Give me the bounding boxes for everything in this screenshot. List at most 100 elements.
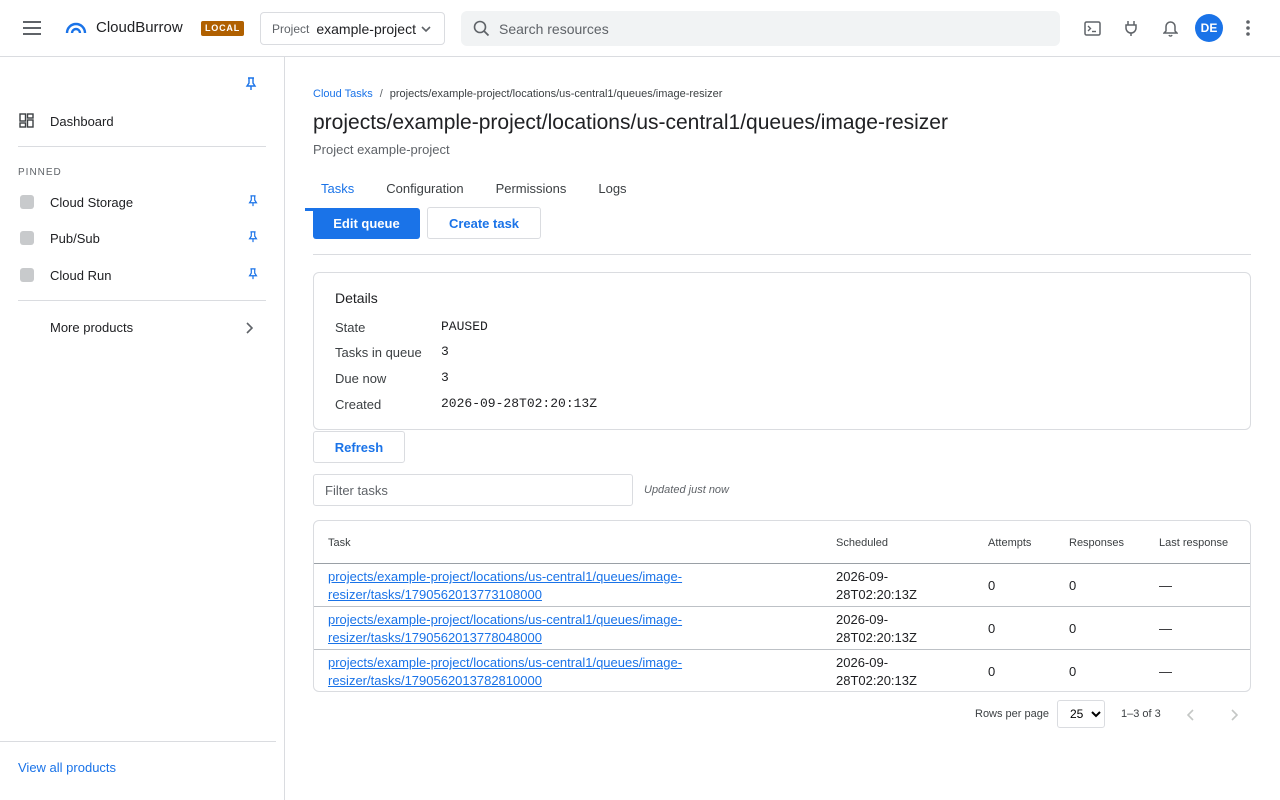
filter-tasks-input[interactable]: [313, 474, 633, 506]
breadcrumb-current: projects/example-project/locations/us-ce…: [389, 88, 723, 100]
task-last-response: —: [1159, 621, 1172, 636]
sidebar-item-more-products[interactable]: More products: [0, 309, 284, 345]
search-icon: [473, 20, 490, 40]
updated-status: Updated just now: [644, 484, 729, 496]
rows-per-page-select[interactable]: 25: [1057, 700, 1105, 728]
product-icon: [20, 195, 34, 209]
detail-value-due-now: 3: [441, 370, 449, 385]
sidebar-divider: [18, 300, 266, 301]
details-card: Details State PAUSED Tasks in queue 3 Du…: [313, 272, 1251, 430]
sidebar-item-cloud-run[interactable]: Cloud Run: [0, 257, 284, 293]
column-header-responses: Responses: [1069, 537, 1125, 549]
project-picker[interactable]: Project example-project: [260, 12, 445, 45]
avatar[interactable]: DE: [1195, 14, 1223, 42]
task-last-response: —: [1159, 664, 1172, 679]
page-title: projects/example-project/locations/us-ce…: [313, 111, 948, 134]
sidebar-item-cloud-storage[interactable]: Cloud Storage: [0, 184, 284, 220]
sidebar-item-label: Cloud Run: [50, 267, 112, 283]
plug-icon[interactable]: [1120, 17, 1142, 39]
detail-label-created: Created: [335, 397, 382, 412]
task-scheduled: 2026-09-28T02:20:13Z: [836, 612, 917, 645]
tab-permissions[interactable]: Permissions: [480, 175, 583, 211]
divider: [313, 254, 1251, 255]
tab-bar: Tasks Configuration Permissions Logs: [305, 175, 643, 211]
table-row: projects/example-project/locations/us-ce…: [314, 607, 1250, 650]
table-row: projects/example-project/locations/us-ce…: [314, 564, 1250, 607]
sidebar-item-label: Pub/Sub: [50, 230, 100, 246]
sidebar-item-label: Dashboard: [50, 113, 114, 129]
rows-per-page-label: Rows per page: [975, 708, 1049, 720]
sidebar-item-dashboard[interactable]: Dashboard: [0, 103, 284, 139]
task-link[interactable]: projects/example-project/locations/us-ce…: [328, 654, 698, 690]
breadcrumb: Cloud Tasks / projects/example-project/l…: [313, 88, 722, 100]
detail-value-tasks-in-queue: 3: [441, 344, 449, 359]
task-link[interactable]: projects/example-project/locations/us-ce…: [328, 611, 698, 647]
pinned-section-header: PINNED: [18, 167, 62, 178]
bell-icon[interactable]: [1159, 17, 1181, 39]
local-badge: LOCAL: [201, 21, 244, 36]
chevron-right-icon[interactable]: [1224, 705, 1244, 725]
task-attempts: 0: [988, 578, 996, 593]
column-header-scheduled: Scheduled: [836, 537, 888, 549]
create-task-button[interactable]: Create task: [427, 207, 541, 239]
task-scheduled: 2026-09-28T02:20:13Z: [836, 655, 917, 688]
sidebar-divider: [18, 146, 266, 147]
project-picker-label: Project: [272, 21, 310, 36]
task-responses: 0: [1069, 621, 1077, 636]
product-icon: [20, 231, 34, 245]
breadcrumb-cloud-tasks[interactable]: Cloud Tasks: [313, 88, 373, 100]
terminal-icon[interactable]: [1081, 17, 1103, 39]
menu-icon[interactable]: [18, 14, 46, 42]
task-responses: 0: [1069, 664, 1077, 679]
sidebar-item-label: Cloud Storage: [50, 194, 134, 210]
tab-tasks[interactable]: Tasks: [305, 175, 370, 211]
chevron-left-icon[interactable]: [1181, 705, 1201, 725]
dashboard-icon: [19, 113, 34, 131]
project-picker-value: example-project: [316, 20, 416, 37]
detail-label-tasks-in-queue: Tasks in queue: [335, 345, 422, 360]
brand-name: CloudBurrow: [96, 19, 183, 36]
detail-label-state: State: [335, 320, 366, 335]
column-header-task: Task: [328, 537, 351, 549]
sidebar-item-pubsub[interactable]: Pub/Sub: [0, 220, 284, 256]
table-row: projects/example-project/locations/us-ce…: [314, 650, 1250, 691]
page-subtitle: Project example-project: [313, 142, 450, 157]
breadcrumb-separator: /: [379, 88, 383, 100]
task-scheduled: 2026-09-28T02:20:13Z: [836, 569, 917, 602]
task-responses: 0: [1069, 578, 1077, 593]
view-all-products-link[interactable]: View all products: [18, 760, 116, 775]
edit-queue-button[interactable]: Edit queue: [313, 208, 420, 239]
refresh-button[interactable]: Refresh: [313, 431, 405, 463]
detail-label-due-now: Due now: [335, 371, 387, 386]
detail-value-state: PAUSED: [441, 319, 488, 334]
pagination-range: 1–3 of 3: [1121, 708, 1161, 720]
tab-configuration[interactable]: Configuration: [370, 175, 479, 211]
sidebar: Dashboard PINNED Cloud Storage Pub/Sub C…: [0, 57, 285, 800]
search-input[interactable]: [499, 11, 1039, 46]
column-header-attempts: Attempts: [988, 537, 1032, 549]
pin-icon[interactable]: [247, 194, 259, 210]
cloudburrow-logo-icon: [64, 17, 88, 41]
pin-icon[interactable]: [247, 267, 259, 283]
table-header: Task Scheduled Attempts Responses Last r…: [314, 521, 1250, 564]
top-bar: CloudBurrow LOCAL Project example-projec…: [0, 0, 1280, 57]
task-attempts: 0: [988, 664, 996, 679]
pin-icon[interactable]: [247, 230, 259, 246]
chevron-right-icon: [245, 321, 254, 337]
task-link[interactable]: projects/example-project/locations/us-ce…: [328, 568, 698, 604]
pin-icon[interactable]: [244, 77, 258, 94]
task-attempts: 0: [988, 621, 996, 636]
sidebar-item-label: More products: [50, 319, 134, 335]
sidebar-divider: [0, 741, 276, 742]
product-icon: [20, 268, 34, 282]
more-vert-icon[interactable]: [1237, 17, 1259, 39]
detail-value-created: 2026-09-28T02:20:13Z: [441, 396, 598, 411]
search-bar: [461, 11, 1060, 46]
column-header-last-response: Last response: [1159, 537, 1229, 549]
main-content: Cloud Tasks / projects/example-project/l…: [285, 57, 1280, 800]
details-heading: Details: [335, 290, 378, 306]
tasks-table: Task Scheduled Attempts Responses Last r…: [313, 520, 1251, 692]
chevron-down-icon: [420, 22, 432, 38]
task-last-response: —: [1159, 578, 1172, 593]
tab-logs[interactable]: Logs: [582, 175, 642, 211]
